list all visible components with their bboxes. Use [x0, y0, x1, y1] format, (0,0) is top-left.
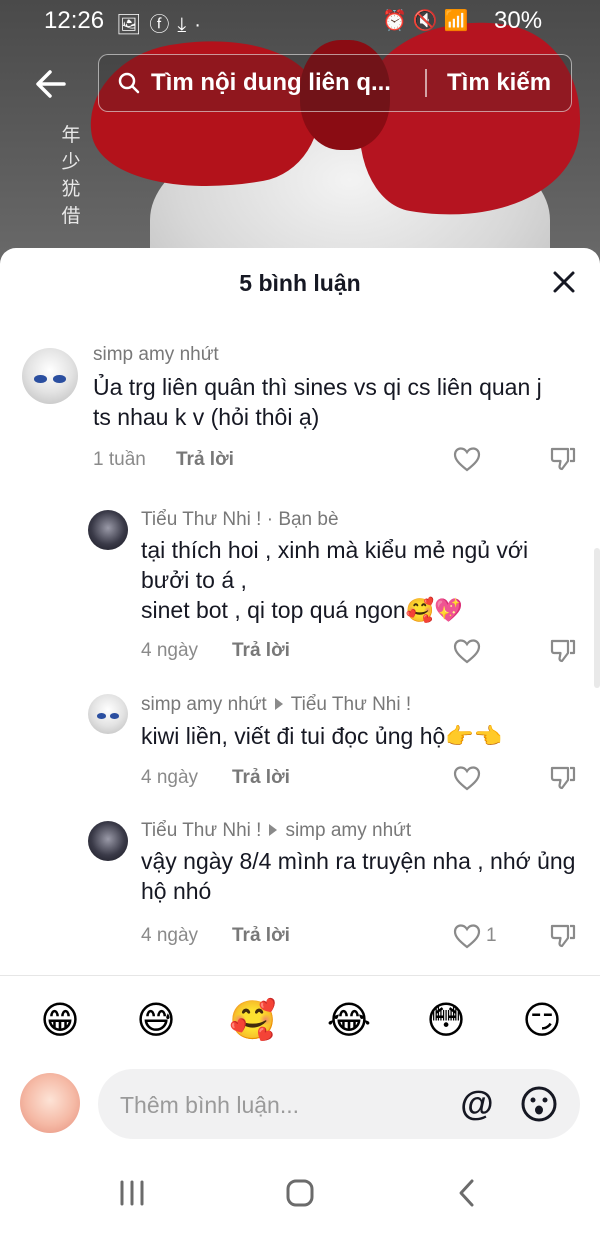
comment-username[interactable]: Tiểu Thư Nhi !: [141, 820, 261, 841]
comment-composer: @: [0, 1065, 600, 1145]
comment-text: tại thích hoi , xinh mà kiểu mẻ ngủ với …: [141, 535, 581, 625]
notification-icons: 🖼ⓕ⤓·: [116, 14, 209, 36]
like-count: 1: [486, 925, 497, 946]
scrollbar[interactable]: [594, 548, 600, 688]
comment-input[interactable]: [118, 1087, 442, 1123]
dislike-icon[interactable]: [548, 444, 578, 474]
emoji-grin-button[interactable]: 😁: [37, 998, 83, 1044]
comment-time: 4 ngày: [141, 767, 199, 788]
comment-time: 4 ngày: [141, 640, 199, 661]
back-arrow-icon: [36, 70, 66, 98]
comment-line: tại thích hoi , xinh mà kiểu mẻ ngủ với: [141, 537, 529, 563]
my-avatar[interactable]: [20, 1073, 80, 1133]
comment-line: sinet bot , qi top quá ngon🥰💖: [141, 597, 463, 623]
search-icon: [118, 72, 140, 94]
comment-username-row[interactable]: simp amy nhứt Tiểu Thư Nhi !: [141, 694, 411, 716]
status-bar: 12:26 🖼ⓕ⤓· ⏰🔇📶 30%: [0, 0, 600, 40]
comment-line: bưởi to á ,: [141, 567, 247, 593]
system-nav-bar: [0, 1145, 600, 1233]
recent-apps-icon[interactable]: [112, 1173, 152, 1213]
back-button[interactable]: [30, 62, 74, 106]
comment-text: vậy ngày 8/4 mình ra truyện nha , nhớ ủn…: [141, 848, 576, 904]
heart-icon[interactable]: [452, 444, 482, 474]
comment-username[interactable]: Tiểu Thư Nhi !: [141, 509, 261, 530]
reply-arrow-icon: [274, 698, 283, 711]
comment-text: Ủa trg liên quân thì sines vs qi cs liên…: [93, 374, 542, 430]
heart-icon[interactable]: [452, 636, 482, 666]
search-bar[interactable]: Tìm nội dung liên q... Tìm kiếm: [98, 54, 572, 112]
comment-username-row[interactable]: Tiểu Thư Nhi ! simp amy nhứt: [141, 820, 411, 842]
emoji-sweat-smile-button[interactable]: 😅: [133, 998, 179, 1044]
search-input[interactable]: Tìm nội dung liên q...: [151, 69, 391, 97]
reply-arrow-icon: [269, 824, 278, 837]
emoji-hearts-button[interactable]: 🥰: [229, 998, 276, 1044]
status-time: 12:26: [44, 7, 105, 34]
avatar[interactable]: [22, 348, 78, 404]
emoji-joy-button[interactable]: 😂: [326, 998, 372, 1044]
video-background: 年少犹借: [0, 0, 600, 270]
avatar[interactable]: [88, 510, 128, 550]
dislike-icon[interactable]: [548, 636, 578, 666]
avatar[interactable]: [88, 694, 128, 734]
comment-time: 1 tuần: [93, 449, 146, 470]
emoji-flushed-button[interactable]: 😳: [423, 998, 469, 1044]
close-icon[interactable]: [548, 266, 580, 298]
home-icon[interactable]: [280, 1173, 320, 1213]
quick-emoji-bar: 😁 😅 🥰 😂 😳 😏: [0, 975, 600, 1066]
back-nav-icon[interactable]: [448, 1173, 488, 1213]
search-divider: [425, 69, 427, 97]
comment-text: kiwi liền, viết đi tui đọc ủng hộ👉👈: [141, 723, 503, 749]
comment-username-row[interactable]: Tiểu Thư Nhi ! · Bạn bè: [141, 509, 339, 531]
dislike-icon[interactable]: [548, 763, 578, 793]
reply-button[interactable]: Trả lời: [232, 640, 290, 662]
friend-badge: · Bạn bè: [261, 509, 339, 530]
comments-count-title: 5 bình luận: [239, 270, 361, 296]
system-icons: ⏰🔇📶: [382, 10, 475, 32]
comment-time: 4 ngày: [141, 925, 199, 946]
emoji-smirk-button[interactable]: 😏: [519, 998, 565, 1044]
vertical-caption: 年少犹借: [61, 124, 81, 227]
battery-level: 30%: [494, 7, 543, 34]
reply-button[interactable]: Trả lời: [232, 925, 290, 947]
mention-button[interactable]: @: [458, 1085, 496, 1123]
comment-input-box[interactable]: @: [98, 1069, 580, 1139]
comment-username[interactable]: simp amy nhứt: [141, 694, 267, 715]
reply-to-username[interactable]: simp amy nhứt: [285, 820, 411, 841]
comment-username[interactable]: simp amy nhứt: [93, 344, 219, 366]
emoji-picker-icon[interactable]: [520, 1085, 558, 1123]
avatar[interactable]: [88, 821, 128, 861]
reply-button[interactable]: Trả lời: [232, 767, 290, 789]
search-button[interactable]: Tìm kiếm: [447, 69, 551, 97]
dislike-icon[interactable]: [548, 921, 578, 951]
heart-icon[interactable]: [452, 763, 482, 793]
reply-button[interactable]: Trả lời: [176, 449, 234, 471]
heart-icon[interactable]: [452, 921, 482, 951]
reply-to-username[interactable]: Tiểu Thư Nhi !: [291, 694, 411, 715]
